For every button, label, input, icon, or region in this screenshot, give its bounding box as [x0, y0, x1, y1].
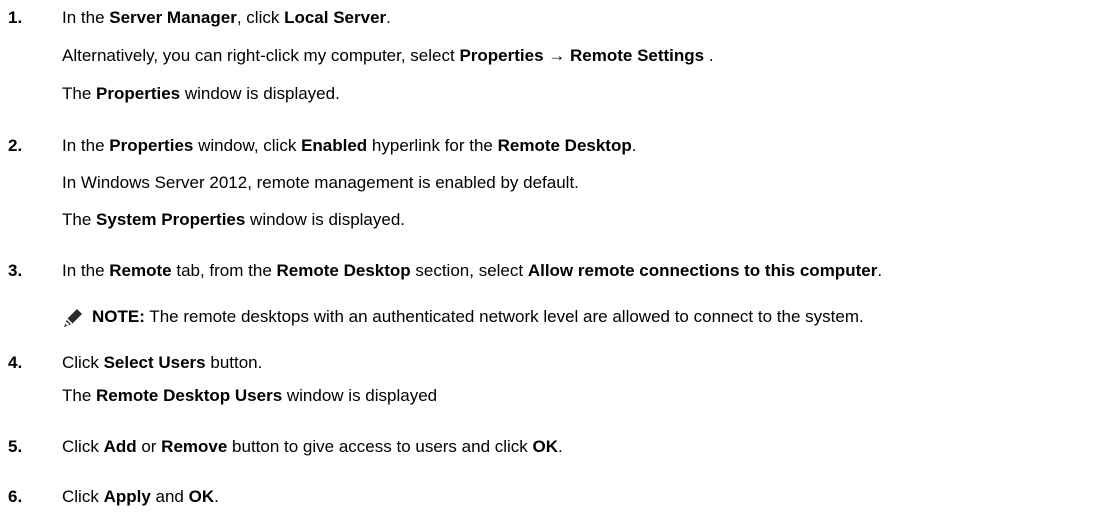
body-text: .: [558, 437, 563, 456]
emphasis-text: Remote Settings: [570, 46, 705, 65]
note-text: NOTE: The remote desktops with an authen…: [92, 307, 864, 327]
instruction-document: 1. In the Server Manager, click Local Se…: [0, 0, 1095, 530]
body-text: Click: [62, 437, 104, 456]
step-number: 1.: [8, 8, 23, 27]
emphasis-text: Select Users: [103, 353, 206, 372]
step-line: Click Apply and OK.: [62, 487, 219, 507]
body-text: In the: [62, 136, 110, 155]
step-line: Click Select Users button.: [62, 353, 262, 373]
body-text: In Windows Server 2012, remote managemen…: [62, 173, 579, 192]
step-line: In the Remote tab, from the Remote Deskt…: [62, 261, 882, 281]
body-text: .: [386, 8, 391, 27]
body-text: button.: [205, 353, 263, 372]
body-text: .: [877, 261, 883, 280]
step-number: 6.: [8, 487, 23, 506]
emphasis-text: Remote Desktop Users: [96, 386, 283, 405]
step-number: 2.: [8, 136, 23, 155]
body-text: In the: [62, 261, 110, 280]
emphasis-text: Allow remote connections to this compute…: [527, 261, 878, 280]
emphasis-text: Enabled: [301, 136, 368, 155]
emphasis-text: Remote: [109, 261, 172, 280]
emphasis-text: Remove: [161, 437, 228, 456]
body-text: Click: [62, 353, 104, 372]
body-text: .: [704, 46, 714, 65]
emphasis-text: OK: [188, 487, 215, 506]
emphasis-text: Properties: [109, 136, 194, 155]
body-text: The: [62, 210, 97, 229]
emphasis-text: Properties: [96, 84, 181, 103]
body-text: hyperlink for the: [367, 136, 498, 155]
body-text: window, click: [193, 136, 302, 155]
step-line: In the Properties window, click Enabled …: [62, 136, 636, 156]
body-text: Click: [62, 487, 104, 506]
note: NOTE: The remote desktops with an authen…: [0, 307, 1095, 331]
step-line: The System Properties window is displaye…: [62, 210, 405, 230]
note-label: NOTE:: [92, 307, 145, 326]
body-text: or: [136, 437, 162, 456]
body-text: The: [62, 386, 97, 405]
body-text: button to give access to users and click: [227, 437, 533, 456]
step-line: The Properties window is displayed.: [62, 84, 340, 104]
step-line: Click Add or Remove button to give acces…: [62, 437, 563, 457]
emphasis-text: Add: [103, 437, 137, 456]
body-text: window is displayed.: [245, 210, 406, 229]
body-text: and: [150, 487, 189, 506]
body-text: section, select: [410, 261, 528, 280]
body-text: , click: [236, 8, 285, 27]
step-number: 3.: [8, 261, 23, 280]
emphasis-text: Local Server: [284, 8, 387, 27]
step-line: In Windows Server 2012, remote managemen…: [62, 173, 579, 193]
step-line: Alternatively, you can right-click my co…: [62, 46, 714, 66]
step-number: 4.: [8, 353, 23, 372]
emphasis-text: Remote Desktop: [276, 261, 411, 280]
emphasis-text: System Properties: [96, 210, 246, 229]
emphasis-text: Remote Desktop: [497, 136, 632, 155]
body-text: .: [214, 487, 219, 506]
step-line: The Remote Desktop Users window is displ…: [62, 386, 437, 406]
emphasis-text: OK: [532, 437, 559, 456]
body-text: tab, from the: [171, 261, 277, 280]
body-text: Alternatively, you can right-click my co…: [62, 46, 460, 65]
step-number: 5.: [8, 437, 23, 456]
emphasis-text: Apply: [103, 487, 151, 506]
emphasis-text: Server Manager: [109, 8, 237, 27]
note-body: The remote desktops with an authenticate…: [144, 307, 864, 326]
emphasis-text: Properties: [459, 46, 544, 65]
body-text: →: [543, 46, 570, 65]
step-line: In the Server Manager, click Local Serve…: [62, 8, 391, 28]
pencil-note-icon: [64, 309, 82, 327]
body-text: .: [631, 136, 637, 155]
body-text: In the: [62, 8, 110, 27]
body-text: window is displayed: [282, 386, 438, 405]
body-text: window is displayed.: [180, 84, 340, 103]
body-text: The: [62, 84, 97, 103]
